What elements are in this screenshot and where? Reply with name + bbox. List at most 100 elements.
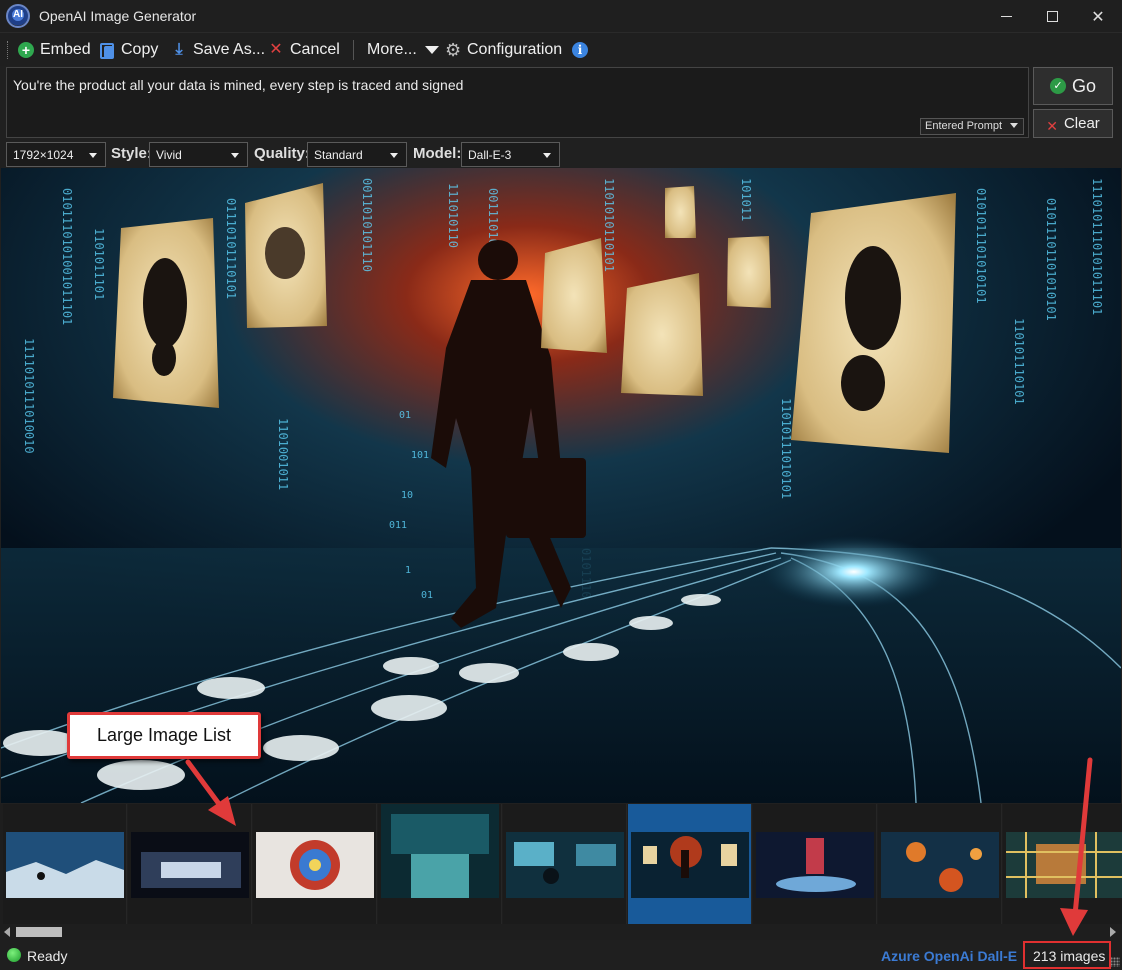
status-text: Ready [27, 948, 68, 964]
model-label: Model: [413, 145, 462, 162]
app-logo-icon: AI [6, 4, 30, 28]
maximize-button[interactable] [1029, 0, 1075, 33]
go-label: Go [1071, 75, 1096, 96]
window-title: OpenAI Image Generator [39, 8, 197, 24]
model-select[interactable]: Dall-E-3 [461, 142, 560, 167]
thumbnail-image [381, 804, 499, 898]
clear-label: Clear [1063, 115, 1100, 132]
image-list-scrollbar[interactable] [0, 924, 1122, 940]
quality-value: Standard [314, 148, 363, 162]
dropdown-arrow-icon [424, 46, 439, 54]
chevron-down-icon [231, 153, 239, 158]
svg-text:01110101110101: 01110101110101 [224, 198, 238, 299]
svg-text:101011: 101011 [739, 178, 753, 221]
model-value: Dall-E-3 [468, 148, 512, 162]
svg-text:10: 10 [401, 490, 413, 501]
svg-text:0101110101001011101: 0101110101001011101 [60, 188, 74, 325]
image-list-item[interactable] [1003, 804, 1122, 924]
more-label: More... [367, 41, 417, 58]
callout-text: Large Image List [96, 725, 232, 745]
annotation-callout: Large Image List [67, 712, 261, 759]
thumbnail-image [1006, 832, 1122, 898]
scroll-right-arrow-icon[interactable] [1110, 927, 1116, 937]
svg-text:01: 01 [421, 590, 433, 601]
thumbnail-image [631, 832, 749, 898]
clear-button[interactable]: ✕ Clear [1033, 109, 1113, 138]
svg-text:0101011101010101: 0101011101010101 [974, 188, 988, 304]
toolbar: + Embed Copy ⤓ Save As... ✕ Cancel More.… [0, 33, 1122, 66]
svg-text:0011010101110: 0011010101110 [360, 178, 374, 272]
svg-text:101: 101 [411, 450, 429, 461]
size-select[interactable]: 1792×1024 [6, 142, 106, 167]
image-list-item[interactable] [503, 804, 627, 924]
image-list-item[interactable] [253, 804, 377, 924]
thumbnail-image [506, 832, 624, 898]
provider-label: Azure OpenAi Dall-E [881, 948, 1018, 964]
info-icon: i [572, 42, 588, 58]
copy-label: Copy [121, 41, 159, 58]
generated-image: 1111010111010010 0101110101001011101 110… [1, 168, 1121, 803]
info-button[interactable]: i [572, 40, 588, 60]
close-button[interactable]: ✕ [1075, 0, 1121, 33]
options-row: 1792×1024 Style: Vivid Quality: Standard… [0, 141, 1122, 168]
image-list-item[interactable] [378, 804, 502, 924]
checkmark-icon: ✓ [1049, 78, 1066, 94]
copy-button[interactable]: Copy [99, 40, 158, 60]
svg-text:1: 1 [405, 565, 411, 576]
generated-image-preview[interactable]: 1111010111010010 0101110101001011101 110… [1, 168, 1121, 803]
maximize-icon [1046, 11, 1058, 22]
embed-label: Embed [40, 41, 91, 58]
chevron-down-icon [1010, 123, 1018, 128]
image-list-item[interactable] [128, 804, 252, 924]
copy-icon [99, 42, 115, 59]
title-bar: AI OpenAI Image Generator ✕ [0, 0, 1122, 33]
plus-icon: + [18, 42, 34, 58]
resize-grip[interactable] [1110, 957, 1120, 967]
thumbnail-image [756, 832, 874, 898]
chevron-down-icon [89, 153, 97, 158]
thumbnail-image [256, 832, 374, 898]
svg-text:1101010110101: 1101010110101 [602, 178, 616, 272]
minimize-icon [1000, 16, 1012, 17]
svg-text:110101110101: 110101110101 [1012, 318, 1026, 405]
close-icon: ✕ [1091, 8, 1105, 26]
quality-select[interactable]: Standard [307, 142, 407, 167]
svg-text:1111010111010010: 1111010111010010 [22, 338, 36, 454]
configuration-button[interactable]: ⚙ Configuration [445, 40, 562, 60]
image-list-item-selected[interactable] [628, 804, 752, 924]
image-list[interactable] [0, 804, 1122, 924]
svg-text:011: 011 [389, 520, 407, 531]
svg-text:111010110: 111010110 [446, 183, 460, 248]
cancel-button[interactable]: ✕ Cancel [268, 40, 340, 60]
thumbnail-image [131, 832, 249, 898]
prompt-source-select[interactable]: Entered Prompt [920, 118, 1024, 135]
svg-text:01011101101010101: 01011101101010101 [1044, 198, 1058, 321]
svg-text:1101001011: 1101001011 [276, 418, 290, 490]
svg-text:01: 01 [399, 410, 411, 421]
status-bar: Ready Azure OpenAi Dall-E 213 images [0, 940, 1122, 970]
image-list-item[interactable] [3, 804, 127, 924]
chevron-down-icon [543, 153, 551, 158]
gear-icon: ⚙ [445, 40, 462, 60]
status-indicator-icon [7, 948, 21, 962]
minimize-button[interactable] [983, 0, 1029, 33]
download-icon: ⤓ [175, 41, 183, 58]
image-list-item[interactable] [878, 804, 1002, 924]
scroll-left-arrow-icon[interactable] [4, 927, 10, 937]
more-dropdown[interactable]: More... [367, 40, 439, 60]
clear-x-icon: ✕ [1046, 118, 1058, 134]
toolbar-grip[interactable] [7, 41, 10, 59]
style-select[interactable]: Vivid [149, 142, 248, 167]
annotation-highlight-box [1023, 941, 1111, 969]
cancel-x-icon: ✕ [269, 41, 283, 58]
save-as-label: Save As... [193, 41, 266, 58]
embed-button[interactable]: + Embed [18, 40, 91, 60]
thumbnail-image [881, 832, 999, 898]
save-as-button[interactable]: ⤓ Save As... [171, 40, 265, 60]
go-button[interactable]: ✓ Go [1033, 67, 1113, 105]
style-value: Vivid [156, 148, 182, 162]
image-list-item[interactable] [753, 804, 877, 924]
svg-text:1101011101: 1101011101 [92, 228, 106, 300]
scrollbar-thumb[interactable] [16, 927, 62, 937]
prompt-input[interactable]: You're the product all your data is mine… [6, 67, 1029, 138]
